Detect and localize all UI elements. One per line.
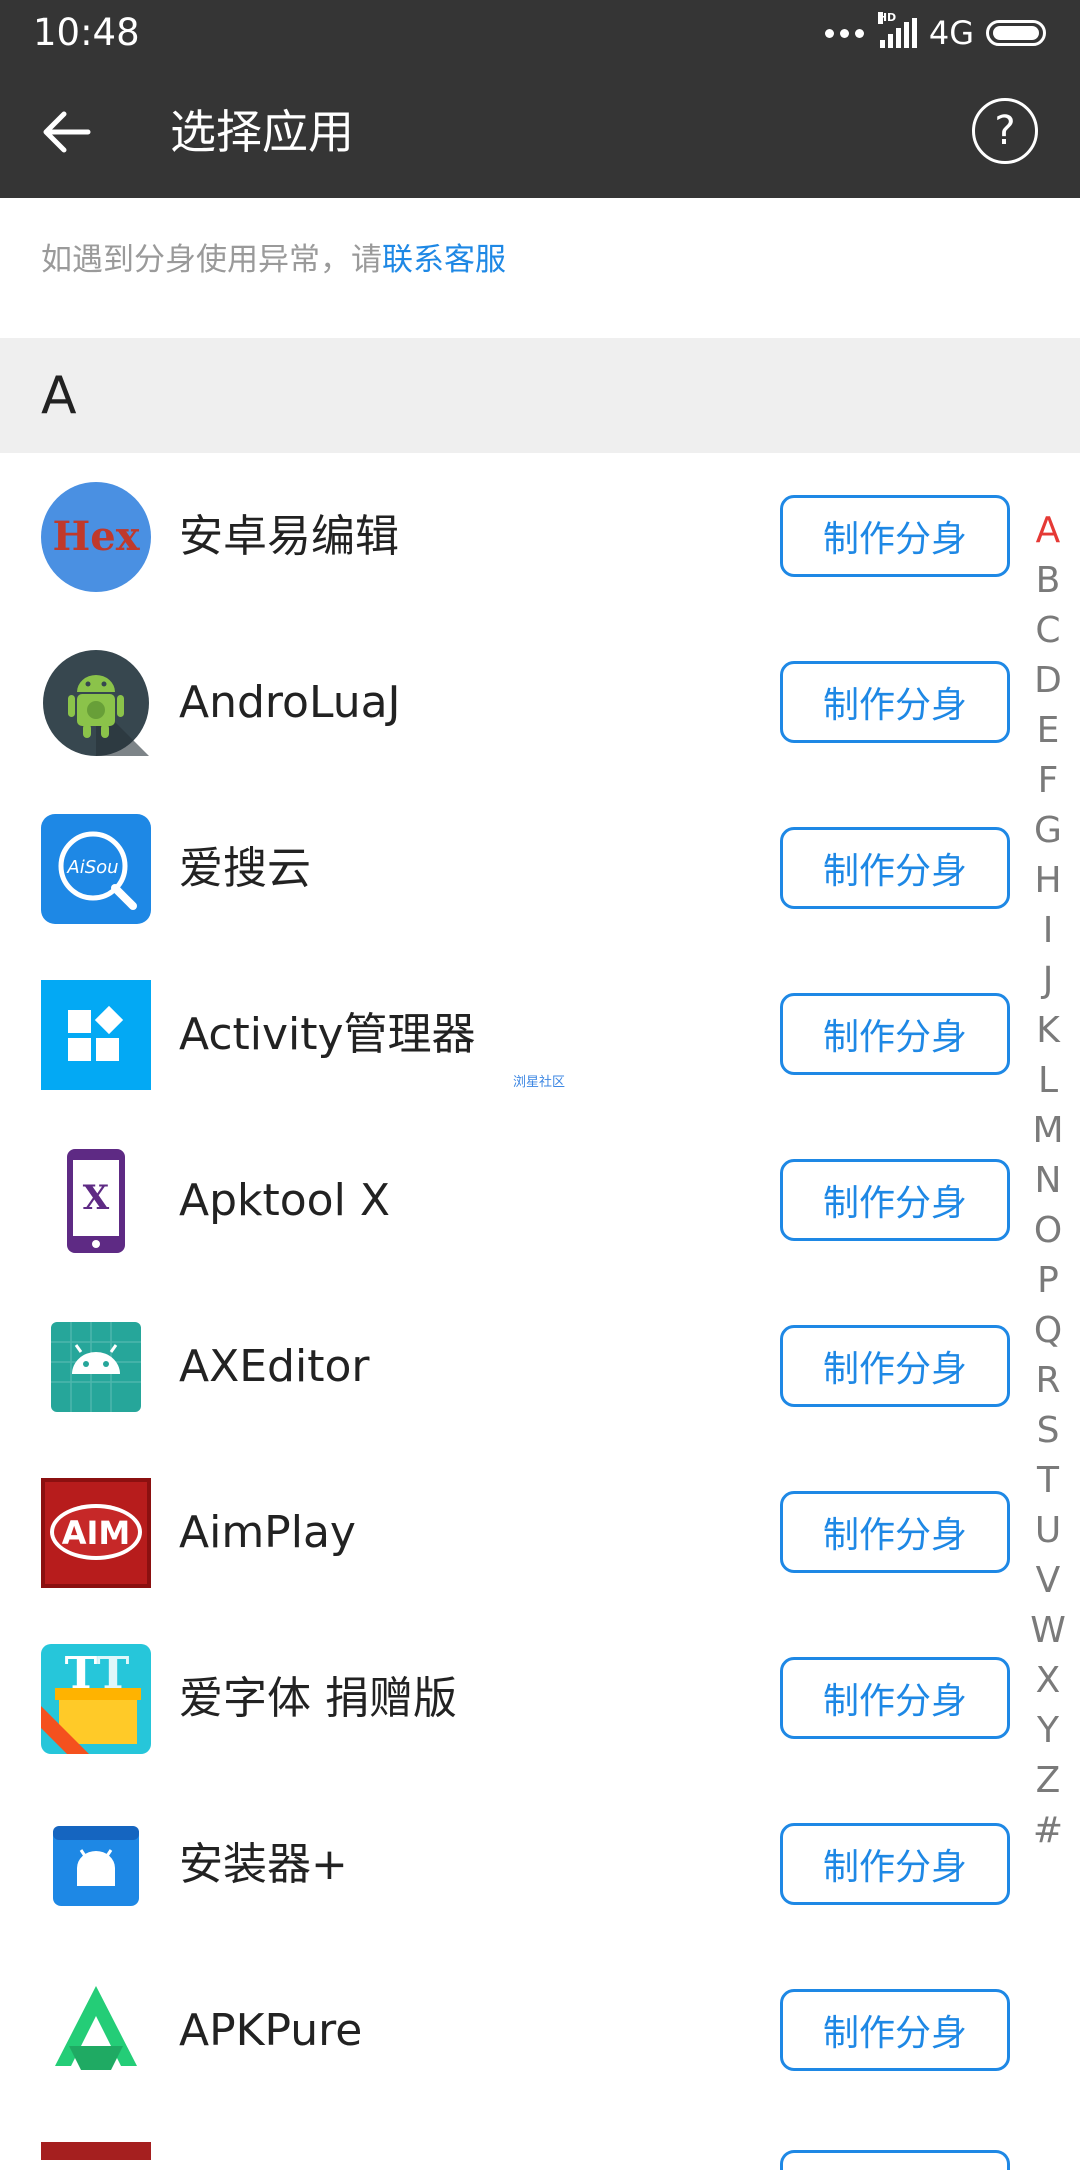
index-letter[interactable]: U (1022, 1506, 1074, 1556)
svg-text:X: X (83, 1178, 110, 1218)
app-name: 爱搜云 (179, 843, 311, 894)
app-name: AXEditor (179, 1341, 370, 1392)
app-icon-partial (41, 2142, 151, 2160)
index-letter[interactable]: I (1022, 906, 1074, 956)
make-clone-button[interactable]: 制作分身 (780, 1989, 1010, 2071)
font-donate-icon: T T (41, 1644, 151, 1754)
app-toolbar: 选择应用 ? (0, 66, 1080, 198)
index-letter[interactable]: W (1022, 1606, 1074, 1656)
hd-label: HD (877, 11, 897, 24)
list-item: AndroLuaJ 制作分身 (0, 619, 1080, 785)
signal-icon: HD (877, 12, 917, 48)
alphabet-index[interactable]: A B C D E F G H I J K L M N O P Q R S T … (1022, 506, 1074, 1856)
list-item: AXEditor 制作分身 (0, 1283, 1080, 1449)
index-letter[interactable]: X (1022, 1656, 1074, 1706)
app-name: AndroLuaJ (179, 677, 401, 728)
battery-icon (986, 20, 1046, 46)
make-clone-button[interactable]: 制作分身 (780, 827, 1010, 909)
make-clone-button[interactable]: 制作分身 (780, 1823, 1010, 1905)
index-letter[interactable]: S (1022, 1406, 1074, 1456)
app-name: APKPure (179, 2005, 363, 2056)
installer-icon (53, 1826, 139, 1906)
status-bar: 10:48 HD 4G (0, 0, 1080, 66)
make-clone-button[interactable]: 制作分身 (780, 495, 1010, 577)
aim-logo-icon: AIM (41, 1478, 151, 1588)
index-letter[interactable]: G (1022, 806, 1074, 856)
app-name: 安装器+ (179, 1839, 348, 1890)
index-letter[interactable]: N (1022, 1156, 1074, 1206)
index-letter[interactable]: V (1022, 1556, 1074, 1606)
page-title: 选择应用 (170, 105, 354, 159)
app-name: AimPlay (179, 1507, 356, 1558)
app-name: Activity管理器 (179, 1009, 476, 1060)
make-clone-button[interactable]: 制作分身 (780, 993, 1010, 1075)
svg-text:AiSou: AiSou (66, 857, 118, 878)
index-letter[interactable]: D (1022, 656, 1074, 706)
index-letter[interactable]: C (1022, 606, 1074, 656)
make-clone-button-partial[interactable] (780, 2150, 1010, 2170)
index-letter[interactable]: F (1022, 756, 1074, 806)
index-letter[interactable]: M (1022, 1106, 1074, 1156)
aisou-search-icon: AiSou (41, 814, 151, 924)
back-arrow-icon (43, 111, 91, 153)
activity-grid-icon (41, 980, 151, 1090)
app-list: Hex 安卓易编辑 制作分身 AndroLuaJ 制作分身 AiSou 爱搜云 … (0, 453, 1080, 2113)
hex-editor-icon: Hex (41, 482, 151, 592)
app-name: 安卓易编辑 (179, 511, 399, 562)
list-item: 安装器+ 制作分身 (0, 1781, 1080, 1947)
index-letter[interactable]: E (1022, 706, 1074, 756)
index-letter[interactable]: Z (1022, 1756, 1074, 1806)
list-item: T T 爱字体 捐赠版 制作分身 (0, 1615, 1080, 1781)
svg-text:T: T (97, 1648, 130, 1699)
status-time: 10:48 (33, 11, 140, 54)
network-type: 4G (928, 14, 974, 52)
index-letter[interactable]: H (1022, 856, 1074, 906)
list-item: AiSou 爱搜云 制作分身 (0, 785, 1080, 951)
status-icons: HD 4G (824, 12, 1046, 54)
index-letter[interactable]: K (1022, 1006, 1074, 1056)
svg-text:AIM: AIM (62, 1514, 131, 1552)
make-clone-button[interactable]: 制作分身 (780, 1159, 1010, 1241)
index-letter[interactable]: B (1022, 556, 1074, 606)
index-letter[interactable]: R (1022, 1356, 1074, 1406)
notice-text: 如遇到分身使用异常，请联系客服 (41, 240, 506, 280)
phone-x-icon: X (67, 1149, 125, 1253)
index-letter[interactable]: L (1022, 1056, 1074, 1106)
make-clone-button[interactable]: 制作分身 (780, 1657, 1010, 1739)
section-letter: A (41, 366, 77, 426)
section-header: A (0, 338, 1080, 453)
notice-message: 如遇到分身使用异常，请 (41, 242, 382, 278)
help-button[interactable]: ? (972, 98, 1038, 164)
make-clone-button[interactable]: 制作分身 (780, 1491, 1010, 1573)
index-letter[interactable]: Q (1022, 1306, 1074, 1356)
index-letter[interactable]: T (1022, 1456, 1074, 1506)
svg-text:T: T (65, 1648, 98, 1699)
svg-text:Hex: Hex (52, 513, 140, 560)
list-item: X Apktool X 制作分身 (0, 1117, 1080, 1283)
index-letter[interactable]: J (1022, 956, 1074, 1006)
contact-support-link[interactable]: 联系客服 (382, 242, 506, 278)
app-name: 爱字体 捐赠版 (179, 1673, 457, 1724)
list-item: Activity管理器 制作分身 (0, 951, 1080, 1117)
more-dots-icon (824, 28, 864, 38)
index-letter[interactable]: A (1022, 506, 1074, 556)
make-clone-button[interactable]: 制作分身 (780, 1325, 1010, 1407)
android-grid-icon (51, 1322, 141, 1412)
index-letter[interactable]: # (1022, 1806, 1074, 1856)
android-robot-icon (43, 650, 149, 756)
make-clone-button[interactable]: 制作分身 (780, 661, 1010, 743)
notice-bar: 如遇到分身使用异常，请联系客服 (0, 198, 1080, 338)
index-letter[interactable]: Y (1022, 1706, 1074, 1756)
index-letter[interactable]: P (1022, 1256, 1074, 1306)
apkpure-icon (41, 1976, 151, 2086)
help-icon: ? (994, 108, 1016, 154)
list-item: APKPure 制作分身 (0, 1947, 1080, 2113)
back-button[interactable] (28, 94, 104, 170)
list-item: AIM AimPlay 制作分身 (0, 1449, 1080, 1615)
app-name: Apktool X (179, 1175, 390, 1226)
index-letter[interactable]: O (1022, 1206, 1074, 1256)
watermark: 浏星社区 (513, 1075, 566, 1090)
list-item: Hex 安卓易编辑 制作分身 (0, 453, 1080, 619)
